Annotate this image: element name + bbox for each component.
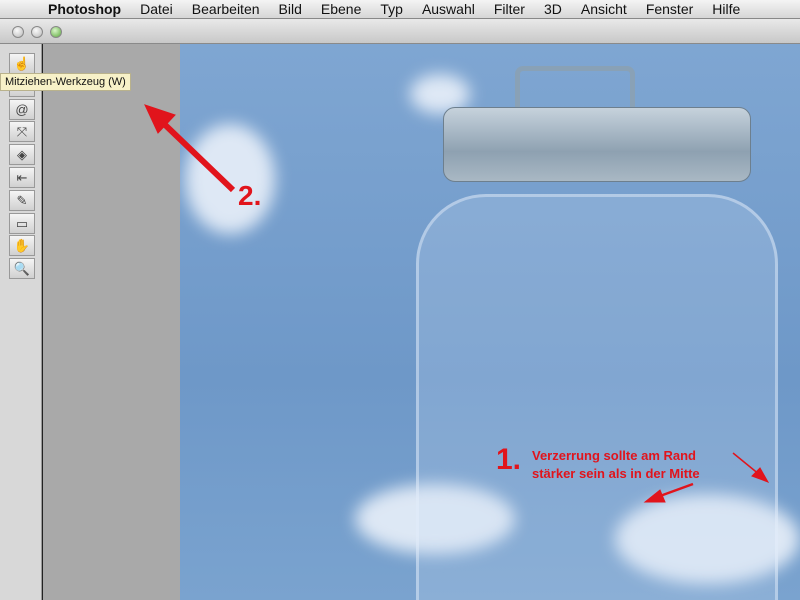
tool-tooltip: Mitziehen-Werkzeug (W) xyxy=(0,73,131,91)
note-line-1: Verzerrung sollte am Rand xyxy=(532,448,696,463)
step-1-label: 1. xyxy=(496,443,522,476)
note-line-2: stärker sein als in der Mitte xyxy=(532,466,700,481)
annotation-note: Verzerrung sollte am Rand stärker sein a… xyxy=(532,447,700,483)
arrow-head xyxy=(643,489,666,503)
arrow-to-center xyxy=(659,482,694,498)
step-2-label: 2. xyxy=(238,180,262,211)
arrow-to-tool xyxy=(157,117,236,193)
